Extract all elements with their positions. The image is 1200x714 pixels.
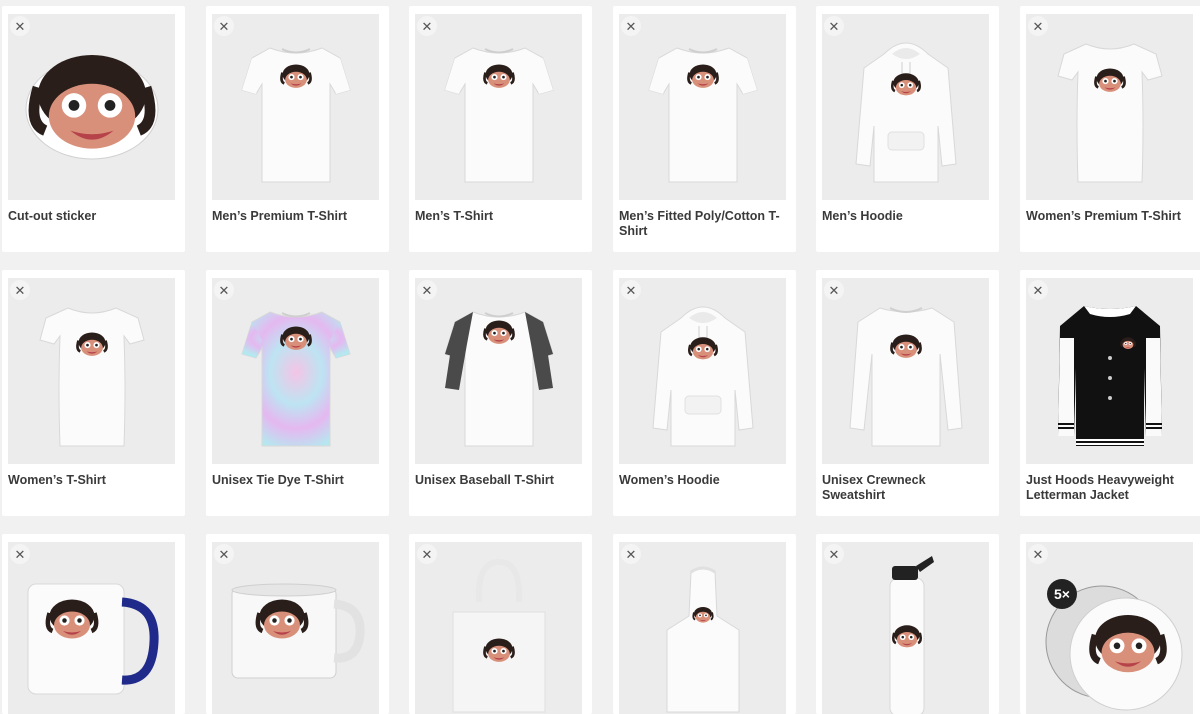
product-image[interactable]: 5× <box>1026 542 1193 714</box>
product-label: Men’s Hoodie <box>822 209 903 223</box>
product-card[interactable]: ✕ Men’s Fitted Poly/Cotton T-Shirt <box>613 6 796 252</box>
remove-icon[interactable]: ✕ <box>417 280 437 300</box>
remove-icon[interactable]: ✕ <box>824 280 844 300</box>
remove-icon[interactable]: ✕ <box>10 544 30 564</box>
remove-icon[interactable]: ✕ <box>214 280 234 300</box>
product-image[interactable] <box>212 14 379 200</box>
product-image[interactable] <box>1026 14 1193 200</box>
product-label: Unisex Tie Dye T-Shirt <box>212 473 344 487</box>
remove-icon[interactable]: ✕ <box>10 280 30 300</box>
product-image[interactable] <box>619 278 786 464</box>
product-card[interactable]: ✕ <box>816 534 999 714</box>
remove-icon[interactable]: ✕ <box>10 16 30 36</box>
product-label: Men’s Premium T-Shirt <box>212 209 347 223</box>
product-image[interactable] <box>1026 278 1193 464</box>
product-image[interactable] <box>415 14 582 200</box>
product-image[interactable] <box>8 14 175 200</box>
remove-icon[interactable]: ✕ <box>824 544 844 564</box>
product-card[interactable]: ✕ Women’s T-Shirt <box>2 270 185 516</box>
product-label: Women’s Premium T-Shirt <box>1026 209 1181 223</box>
remove-icon[interactable]: ✕ <box>214 544 234 564</box>
remove-icon[interactable]: ✕ <box>1028 280 1048 300</box>
product-label: Men’s T-Shirt <box>415 209 494 223</box>
product-image[interactable] <box>8 278 175 464</box>
product-card[interactable]: ✕ Unisex Baseball T-Shirt <box>409 270 592 516</box>
product-card[interactable]: ✕ <box>2 534 185 714</box>
remove-icon[interactable]: ✕ <box>824 16 844 36</box>
product-image[interactable] <box>822 14 989 200</box>
product-image[interactable] <box>415 278 582 464</box>
product-card[interactable]: ✕ Men’s Premium T-Shirt <box>206 6 389 252</box>
product-card[interactable]: ✕ Women’s Premium T-Shirt <box>1020 6 1200 252</box>
product-card[interactable]: ✕ Just Hoods Heavyweight Letterman Jacket <box>1020 270 1200 516</box>
product-label: Men’s Fitted Poly/Cotton T-Shirt <box>619 209 780 238</box>
remove-icon[interactable]: ✕ <box>214 16 234 36</box>
product-image[interactable] <box>619 14 786 200</box>
product-card[interactable]: ✕ Unisex Tie Dye T-Shirt <box>206 270 389 516</box>
product-image[interactable] <box>822 278 989 464</box>
svg-text:5×: 5× <box>1054 586 1070 602</box>
product-label: Women’s Hoodie <box>619 473 720 487</box>
product-image[interactable] <box>212 278 379 464</box>
product-label: Just Hoods Heavyweight Letterman Jacket <box>1026 473 1174 502</box>
product-grid: ✕ Cut-out sticker ✕ Men’s Premium T-Shirt … <box>0 0 1200 714</box>
product-card[interactable]: ✕ <box>613 534 796 714</box>
remove-icon[interactable]: ✕ <box>621 16 641 36</box>
product-label: Unisex Crewneck Sweatshirt <box>822 473 926 502</box>
remove-icon[interactable]: ✕ <box>1028 16 1048 36</box>
product-card[interactable]: ✕ Men’s T-Shirt <box>409 6 592 252</box>
product-image[interactable] <box>822 542 989 714</box>
remove-icon[interactable]: ✕ <box>621 280 641 300</box>
product-image[interactable] <box>415 542 582 714</box>
product-label: Unisex Baseball T-Shirt <box>415 473 554 487</box>
product-card[interactable]: ✕ Men’s Hoodie <box>816 6 999 252</box>
product-label: Women’s T-Shirt <box>8 473 106 487</box>
remove-icon[interactable]: ✕ <box>1028 544 1048 564</box>
remove-icon[interactable]: ✕ <box>417 544 437 564</box>
product-card[interactable]: 5× ✕ <box>1020 534 1200 714</box>
product-card[interactable]: ✕ <box>409 534 592 714</box>
remove-icon[interactable]: ✕ <box>621 544 641 564</box>
product-card[interactable]: ✕ Unisex Crewneck Sweatshirt <box>816 270 999 516</box>
remove-icon[interactable]: ✕ <box>417 16 437 36</box>
product-card[interactable]: ✕ Women’s Hoodie <box>613 270 796 516</box>
product-label: Cut-out sticker <box>8 209 97 223</box>
product-image[interactable] <box>619 542 786 714</box>
product-image[interactable] <box>212 542 379 714</box>
product-card[interactable]: ✕ Cut-out sticker <box>2 6 185 252</box>
product-image[interactable] <box>8 542 175 714</box>
product-card[interactable]: ✕ <box>206 534 389 714</box>
